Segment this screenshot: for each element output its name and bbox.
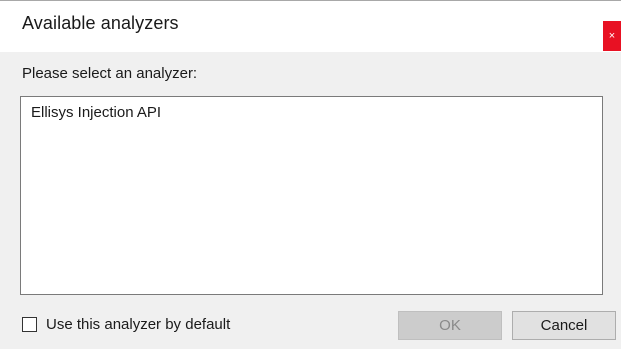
available-analyzers-dialog: Available analyzers × Please select an a… — [0, 0, 621, 349]
select-analyzer-label: Please select an analyzer: — [22, 65, 198, 82]
close-button[interactable]: × — [603, 21, 621, 51]
use-by-default-option[interactable]: Use this analyzer by default — [22, 316, 230, 333]
cancel-button[interactable]: Cancel — [512, 311, 616, 340]
close-icon: × — [608, 30, 616, 42]
ok-button[interactable]: OK — [398, 311, 502, 340]
analyzer-list[interactable]: Ellisys Injection API — [20, 96, 603, 295]
use-by-default-checkbox[interactable] — [22, 317, 37, 332]
title-bar: Available analyzers × — [0, 0, 621, 52]
window-title: Available analyzers — [22, 13, 179, 33]
use-by-default-label[interactable]: Use this analyzer by default — [46, 316, 230, 333]
list-item[interactable]: Ellisys Injection API — [31, 104, 161, 121]
